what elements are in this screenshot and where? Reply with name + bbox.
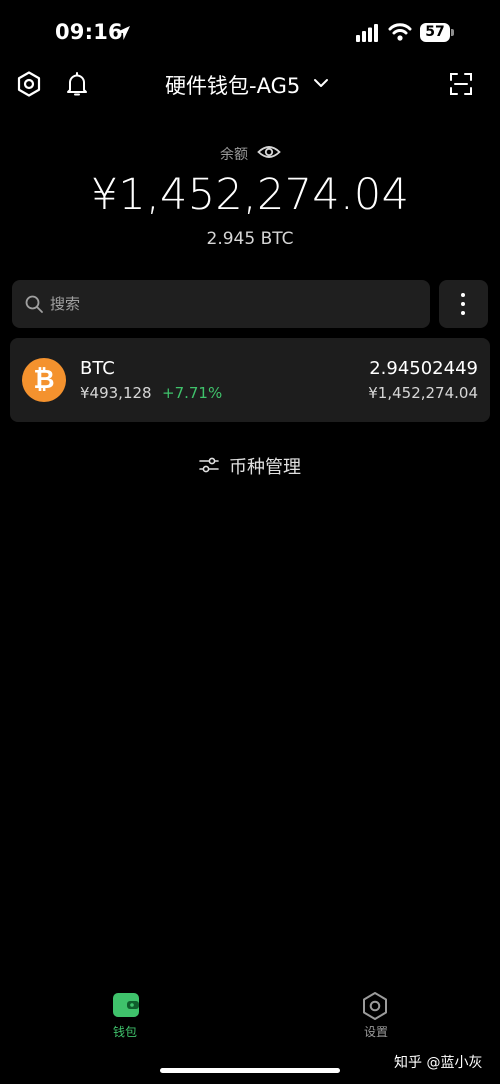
more-dot-icon xyxy=(461,302,465,306)
asset-value: ¥1,452,274.04 xyxy=(368,384,478,402)
chevron-down-icon[interactable] xyxy=(313,77,329,89)
tab-wallet[interactable]: 钱包 xyxy=(113,1023,137,1040)
manage-coins-button[interactable]: 币种管理 xyxy=(229,453,301,479)
scan-icon[interactable] xyxy=(447,70,475,98)
asset-row-btc[interactable] xyxy=(10,338,490,422)
settings-hexagon-icon[interactable] xyxy=(15,70,43,98)
balance-btc: 2.945 BTC xyxy=(206,229,294,249)
battery-tip xyxy=(451,29,454,36)
more-dot-icon xyxy=(461,293,465,297)
bitcoin-logo-icon: ₿ xyxy=(22,358,66,402)
notification-bell-icon[interactable] xyxy=(63,70,91,98)
search-icon xyxy=(25,295,43,313)
eye-icon[interactable] xyxy=(257,143,281,161)
location-arrow-icon xyxy=(116,26,130,40)
watermark: 知乎 @蓝小灰 xyxy=(394,1055,483,1071)
cellular-signal-icon xyxy=(356,24,378,42)
asset-price: ¥493,128 xyxy=(80,384,152,402)
balance-label: 余额 xyxy=(220,147,248,163)
more-dot-icon xyxy=(461,311,465,315)
asset-symbol: BTC xyxy=(80,358,115,379)
wallet-selector[interactable]: 硬件钱包-AG5 xyxy=(165,70,300,100)
sliders-icon[interactable] xyxy=(199,456,219,474)
asset-amount: 2.94502449 xyxy=(369,358,478,379)
wallet-tab-icon[interactable] xyxy=(112,992,140,1018)
balance-fiat: ¥1,452,274.04 xyxy=(90,170,410,220)
status-time: 09:16 xyxy=(55,20,123,44)
search-input[interactable] xyxy=(50,291,410,317)
tab-settings[interactable]: 设置 xyxy=(364,1023,388,1040)
asset-change-percent: +7.71% xyxy=(162,384,223,402)
more-options-button[interactable] xyxy=(439,280,488,328)
settings-tab-icon[interactable] xyxy=(361,991,389,1021)
home-indicator[interactable] xyxy=(160,1068,340,1073)
wifi-icon xyxy=(388,23,412,41)
battery-indicator: 57 xyxy=(420,23,450,42)
